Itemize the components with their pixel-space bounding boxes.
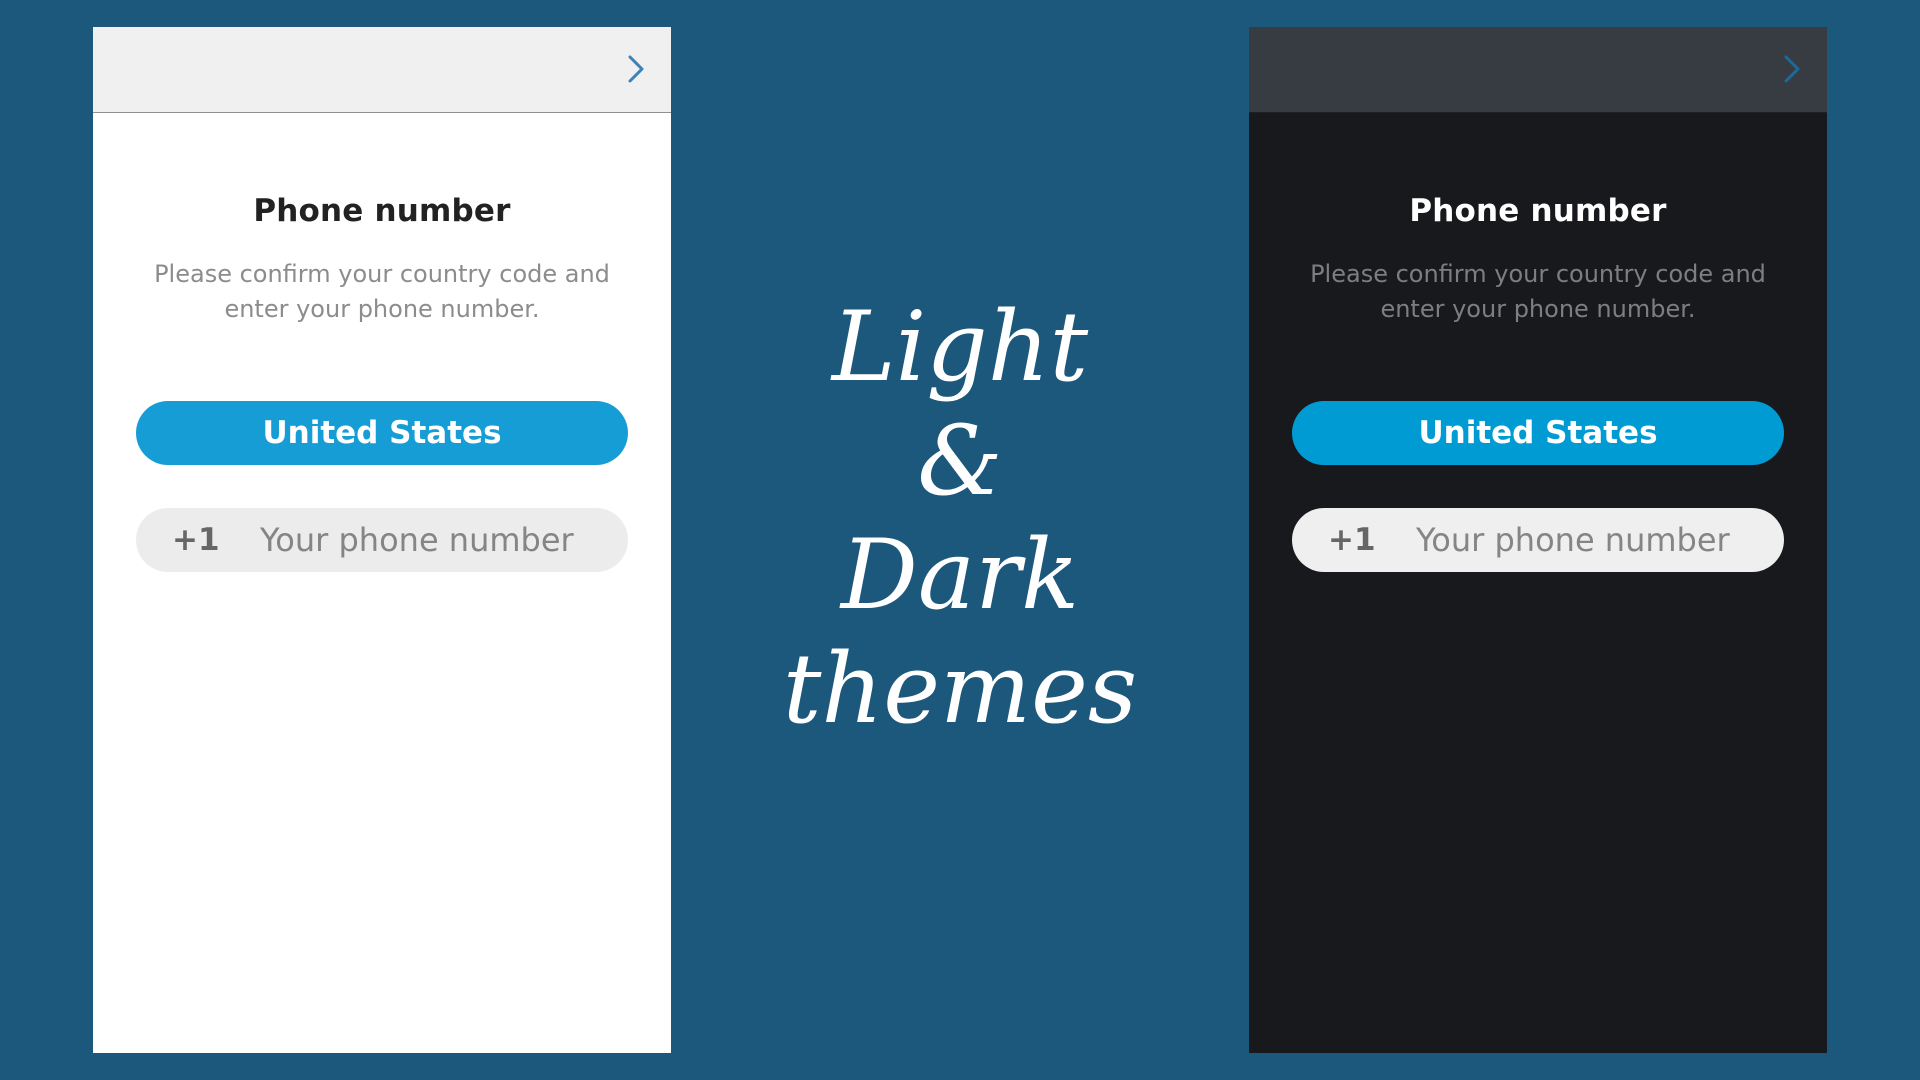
country-code[interactable]: +1 xyxy=(172,508,220,572)
country-code[interactable]: +1 xyxy=(1328,508,1376,572)
next-button[interactable] xyxy=(623,53,649,85)
top-bar xyxy=(93,27,671,113)
headline: Light & Dark themes xyxy=(700,290,1220,746)
dark-theme-screen: Phone number Please confirm your country… xyxy=(1249,27,1827,1053)
headline-line-themes: themes xyxy=(782,633,1138,745)
light-theme-screen: Phone number Please confirm your country… xyxy=(93,27,671,1053)
chevron-right-icon xyxy=(1784,55,1800,83)
phone-number-field[interactable]: +1 xyxy=(136,508,628,572)
page-title: Phone number xyxy=(253,193,511,229)
phone-number-input[interactable] xyxy=(1416,508,1766,572)
instruction-text: Please confirm your country code and ent… xyxy=(1310,260,1766,323)
headline-line-ampersand: & xyxy=(917,405,1003,517)
phone-number-input[interactable] xyxy=(260,508,610,572)
headline-line-light: Light xyxy=(831,291,1089,403)
phone-number-field[interactable]: +1 xyxy=(1292,508,1784,572)
headline-line-dark: Dark xyxy=(840,519,1080,631)
chevron-right-icon xyxy=(628,55,644,83)
next-button[interactable] xyxy=(1779,53,1805,85)
top-bar xyxy=(1249,27,1827,113)
page-title: Phone number xyxy=(1409,193,1667,229)
country-select-button[interactable]: United States xyxy=(1292,401,1784,465)
country-select-button[interactable]: United States xyxy=(136,401,628,465)
instruction-text: Please confirm your country code and ent… xyxy=(154,260,610,323)
